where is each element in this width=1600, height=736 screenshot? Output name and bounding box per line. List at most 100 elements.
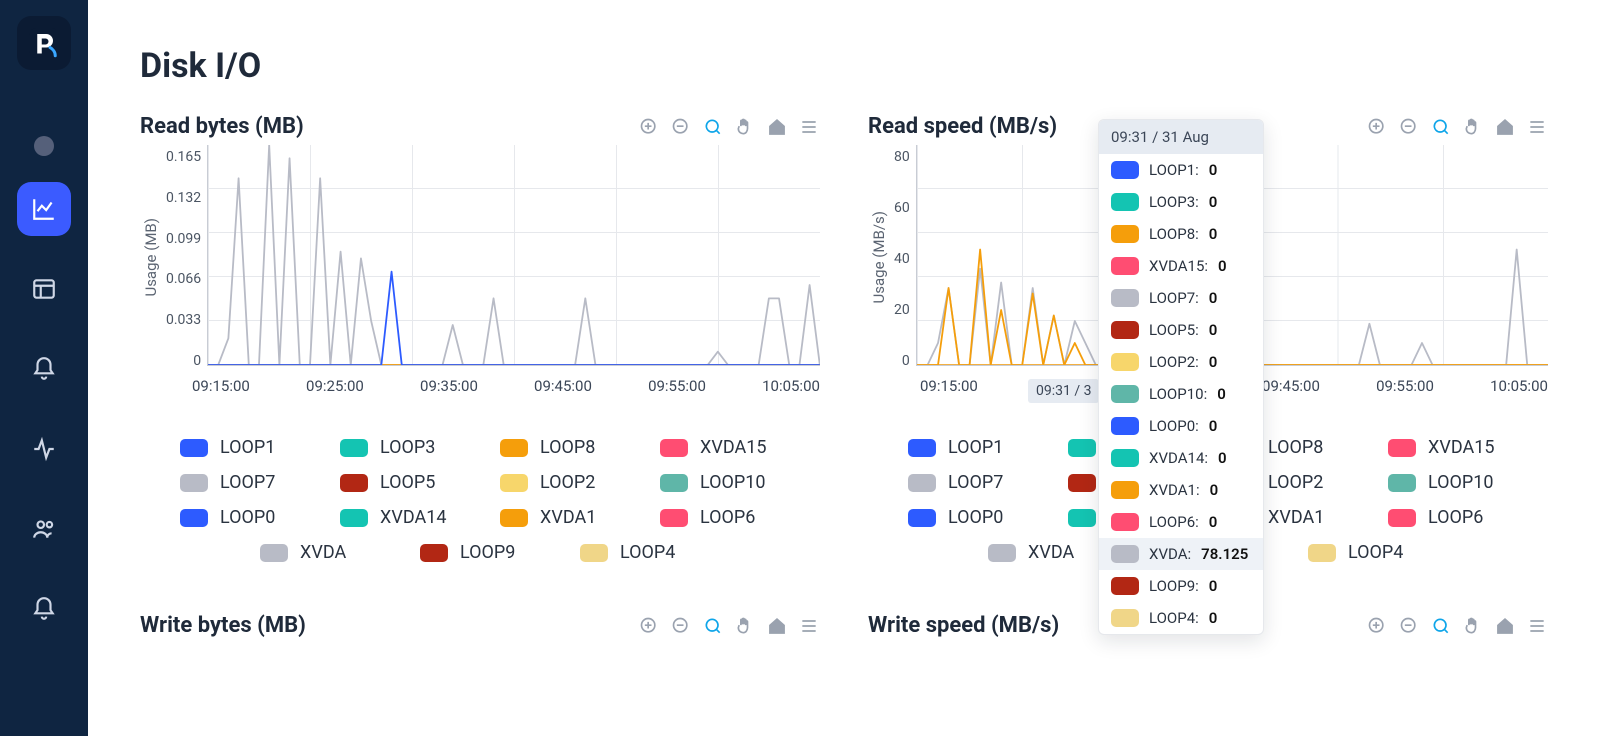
zoom-in-icon[interactable]	[1366, 615, 1388, 637]
tooltip-series-name: XVDA:	[1149, 545, 1191, 563]
tooltip-swatch	[1111, 449, 1139, 467]
dashboard-icon	[31, 276, 57, 302]
tooltip-row: LOOP9: 0	[1099, 570, 1263, 602]
legend-item[interactable]: LOOP7	[180, 472, 300, 493]
legend-item[interactable]: XVDA15	[660, 437, 780, 458]
menu-icon[interactable]	[798, 615, 820, 637]
pan-icon[interactable]	[1462, 615, 1484, 637]
reset-home-icon[interactable]	[766, 615, 788, 637]
zoom-area-icon[interactable]	[1430, 615, 1452, 637]
legend-label: XVDA14	[380, 507, 446, 528]
users-icon	[31, 516, 57, 542]
zoom-area-icon[interactable]	[1430, 116, 1452, 138]
legend-label: LOOP2	[1268, 472, 1323, 493]
legend-item[interactable]: LOOP0	[908, 507, 1028, 528]
tooltip-row: LOOP3: 0	[1099, 186, 1263, 218]
legend-label: LOOP0	[948, 507, 1003, 528]
legend-item[interactable]: LOOP3	[340, 437, 460, 458]
zoom-out-icon[interactable]	[1398, 615, 1420, 637]
legend-swatch	[500, 439, 528, 457]
zoom-out-icon[interactable]	[670, 615, 692, 637]
nav-alerts-2[interactable]	[17, 582, 71, 636]
tooltip-series-name: LOOP7:	[1149, 289, 1199, 307]
y-axis-label: Usage (MB/s)	[868, 211, 888, 303]
menu-icon[interactable]	[1526, 116, 1548, 138]
tooltip-series-value: 0	[1209, 161, 1218, 179]
app-logo[interactable]	[17, 16, 71, 70]
tooltip-series-name: LOOP3:	[1149, 193, 1199, 211]
nav-charts[interactable]	[17, 182, 71, 236]
legend-read-bytes: LOOP1 LOOP3 LOOP8 XVDA15 LOOP7 LOOP5 LOOP2 LOOP…	[180, 437, 780, 563]
tooltip-row: LOOP10: 0	[1099, 378, 1263, 410]
chart-toolbar	[638, 615, 820, 637]
tooltip-swatch	[1111, 481, 1139, 499]
legend-item[interactable]: XVDA1	[500, 507, 620, 528]
y-axis-label: Usage (MB)	[140, 218, 160, 297]
pan-icon[interactable]	[734, 615, 756, 637]
legend-swatch	[908, 439, 936, 457]
zoom-in-icon[interactable]	[1366, 116, 1388, 138]
legend-item[interactable]: LOOP6	[660, 507, 780, 528]
legend-item[interactable]: LOOP0	[180, 507, 300, 528]
legend-item[interactable]: LOOP5	[340, 472, 460, 493]
zoom-in-icon[interactable]	[638, 615, 660, 637]
legend-label: LOOP4	[1348, 542, 1403, 563]
legend-item[interactable]: LOOP4	[580, 542, 700, 563]
y-axis-ticks-read-speed: 806040200	[894, 145, 910, 369]
menu-icon[interactable]	[1526, 615, 1548, 637]
tooltip-series-value: 0	[1209, 289, 1218, 307]
tooltip-rows: LOOP1: 0LOOP3: 0LOOP8: 0XVDA15: 0LOOP7: …	[1099, 154, 1263, 634]
legend-swatch	[1388, 439, 1416, 457]
legend-item[interactable]: XVDA15	[1388, 437, 1508, 458]
chart-tooltip: 09:31 / 31 Aug LOOP1: 0LOOP3: 0LOOP8: 0X…	[1098, 119, 1264, 635]
reset-home-icon[interactable]	[766, 116, 788, 138]
pan-icon[interactable]	[734, 116, 756, 138]
legend-item[interactable]: LOOP10	[660, 472, 780, 493]
tooltip-row: LOOP0: 0	[1099, 410, 1263, 442]
legend-item[interactable]: LOOP1	[180, 437, 300, 458]
panel-read-speed: Read speed (MB/s) Usage (MB/s) 8060402	[868, 114, 1548, 563]
menu-icon[interactable]	[798, 116, 820, 138]
legend-item[interactable]: LOOP8	[500, 437, 620, 458]
tooltip-series-name: LOOP2:	[1149, 353, 1199, 371]
legend-item[interactable]: LOOP1	[908, 437, 1028, 458]
zoom-in-icon[interactable]	[638, 116, 660, 138]
tooltip-series-value: 0	[1209, 513, 1218, 531]
legend-item[interactable]: LOOP6	[1388, 507, 1508, 528]
legend-item[interactable]: XVDA	[988, 542, 1108, 563]
legend-item[interactable]: LOOP7	[908, 472, 1028, 493]
nav-users[interactable]	[17, 502, 71, 556]
zoom-area-icon[interactable]	[702, 116, 724, 138]
nav-alerts[interactable]	[17, 342, 71, 396]
plot-read-bytes[interactable]	[207, 145, 820, 366]
legend-label: XVDA1	[1268, 507, 1324, 528]
panel-title-read-bytes: Read bytes (MB)	[140, 114, 304, 139]
legend-swatch	[500, 474, 528, 492]
nav-activity[interactable]	[17, 422, 71, 476]
tooltip-series-value: 0	[1209, 353, 1218, 371]
logo-p-icon	[26, 25, 62, 61]
reset-home-icon[interactable]	[1494, 116, 1516, 138]
bell-icon	[31, 356, 57, 382]
legend-label: LOOP3	[380, 437, 435, 458]
tooltip-swatch	[1111, 225, 1139, 243]
legend-item[interactable]: LOOP10	[1388, 472, 1508, 493]
legend-swatch	[1068, 509, 1096, 527]
nav-dashboard[interactable]	[17, 262, 71, 316]
reset-home-icon[interactable]	[1494, 615, 1516, 637]
zoom-area-icon[interactable]	[702, 615, 724, 637]
tooltip-series-name: LOOP1:	[1149, 161, 1199, 179]
legend-item[interactable]: LOOP2	[500, 472, 620, 493]
panel-write-bytes: Write bytes (MB)	[140, 613, 820, 644]
legend-item[interactable]: LOOP9	[420, 542, 540, 563]
legend-swatch	[908, 474, 936, 492]
tooltip-series-value: 0	[1209, 577, 1218, 595]
zoom-out-icon[interactable]	[670, 116, 692, 138]
legend-item[interactable]: LOOP4	[1308, 542, 1428, 563]
zoom-out-icon[interactable]	[1398, 116, 1420, 138]
legend-item[interactable]: XVDA14	[340, 507, 460, 528]
legend-item[interactable]: XVDA	[260, 542, 380, 563]
pan-icon[interactable]	[1462, 116, 1484, 138]
chart-toolbar	[1366, 615, 1548, 637]
tooltip-swatch	[1111, 193, 1139, 211]
